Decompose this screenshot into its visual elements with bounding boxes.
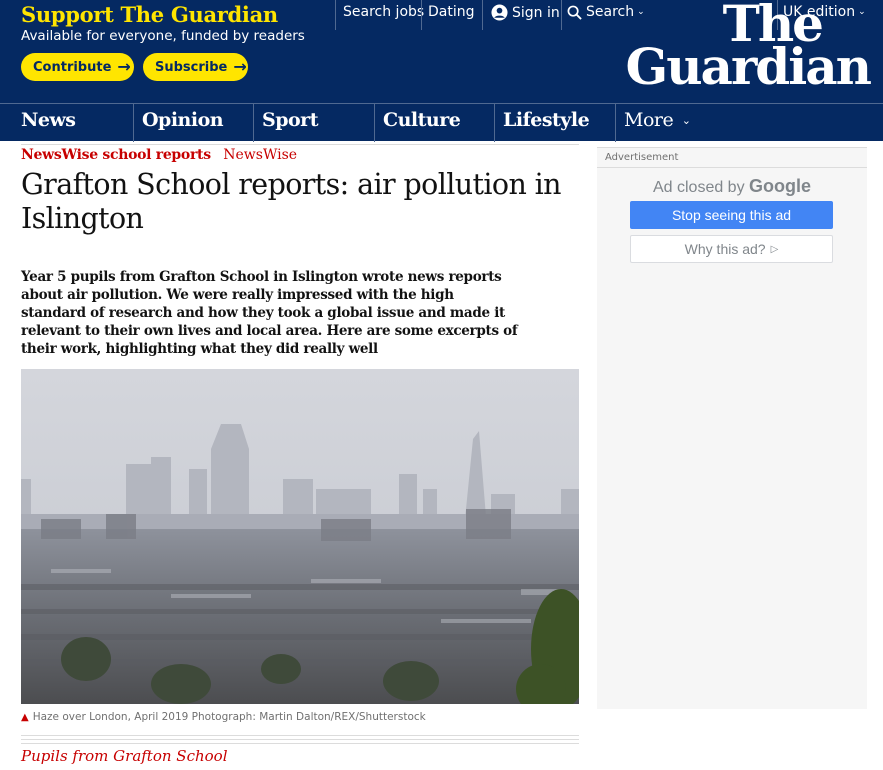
hero-image bbox=[21, 369, 579, 704]
header-divider bbox=[482, 0, 483, 30]
subscribe-label: Subscribe bbox=[155, 59, 228, 75]
arrow-right-icon: → bbox=[233, 57, 247, 76]
subscribe-button[interactable]: Subscribe → bbox=[143, 53, 248, 81]
section-link[interactable]: NewsWise bbox=[223, 147, 297, 163]
main-navigation: News Opinion Sport Culture Lifestyle Mor… bbox=[0, 103, 883, 142]
arrow-right-icon: → bbox=[117, 57, 131, 76]
sign-in-label: Sign in bbox=[512, 4, 560, 21]
search-icon bbox=[567, 5, 582, 20]
rule-line bbox=[21, 743, 579, 744]
contribute-label: Contribute bbox=[33, 59, 112, 75]
section-rules bbox=[21, 735, 579, 747]
rule-line bbox=[21, 735, 579, 736]
ad-divider bbox=[597, 167, 867, 168]
nav-item-lifestyle[interactable]: Lifestyle bbox=[494, 104, 614, 142]
top-rule bbox=[21, 144, 579, 145]
ad-closed-message: Ad closed by Google bbox=[597, 176, 867, 197]
header-divider bbox=[421, 0, 422, 30]
image-caption: ▲ Haze over London, April 2019 Photograph… bbox=[21, 711, 426, 723]
advertisement-slot: Advertisement Ad closed by Google Stop s… bbox=[597, 147, 867, 709]
article-byline[interactable]: Pupils from Grafton School bbox=[21, 747, 228, 765]
site-header: Support The Guardian Available for every… bbox=[0, 0, 883, 103]
london-haze-photo bbox=[21, 369, 579, 704]
why-this-ad-button[interactable]: Why this ad? ▷ bbox=[630, 235, 833, 263]
logo-line-2: Guardian bbox=[625, 37, 873, 96]
chevron-down-icon: ⌄ bbox=[681, 114, 691, 127]
guardian-logo[interactable]: The Guardian bbox=[600, 0, 873, 96]
support-subtitle: Available for everyone, funded by reader… bbox=[21, 28, 305, 44]
nav-item-opinion[interactable]: Opinion bbox=[133, 104, 253, 142]
article-standfirst: Year 5 pupils from Grafton School in Isl… bbox=[21, 269, 518, 357]
article-headline: Grafton School reports: air pollution in… bbox=[21, 168, 562, 235]
nav-item-news[interactable]: News bbox=[13, 104, 131, 142]
play-triangle-icon: ▷ bbox=[770, 243, 779, 255]
nav-more-label: More bbox=[624, 109, 674, 131]
google-logo: Google bbox=[749, 176, 812, 196]
series-link[interactable]: NewsWise school reports bbox=[21, 147, 211, 163]
why-this-ad-label: Why this ad? bbox=[684, 241, 766, 257]
nav-item-more[interactable]: More ⌄ bbox=[615, 104, 735, 142]
search-jobs-link[interactable]: Search jobs bbox=[343, 4, 424, 20]
header-divider bbox=[561, 0, 562, 30]
contribute-button[interactable]: Contribute → bbox=[21, 53, 134, 81]
support-title[interactable]: Support The Guardian bbox=[21, 2, 278, 27]
nav-item-culture[interactable]: Culture bbox=[374, 104, 494, 142]
nav-item-sport[interactable]: Sport bbox=[253, 104, 373, 142]
ad-label: Advertisement bbox=[605, 152, 679, 163]
dating-link[interactable]: Dating bbox=[428, 4, 475, 20]
triangle-up-icon: ▲ bbox=[21, 712, 29, 723]
ad-closed-prefix: Ad closed by bbox=[652, 179, 745, 196]
caption-text: Haze over London, April 2019 Photograph:… bbox=[32, 711, 426, 723]
rule-line bbox=[21, 739, 579, 740]
header-divider bbox=[335, 0, 336, 30]
article-kicker: NewsWise school reports NewsWise bbox=[21, 147, 297, 163]
account-icon bbox=[491, 4, 508, 21]
stop-seeing-ad-button[interactable]: Stop seeing this ad bbox=[630, 201, 833, 229]
sign-in-link[interactable]: Sign in bbox=[491, 4, 560, 21]
